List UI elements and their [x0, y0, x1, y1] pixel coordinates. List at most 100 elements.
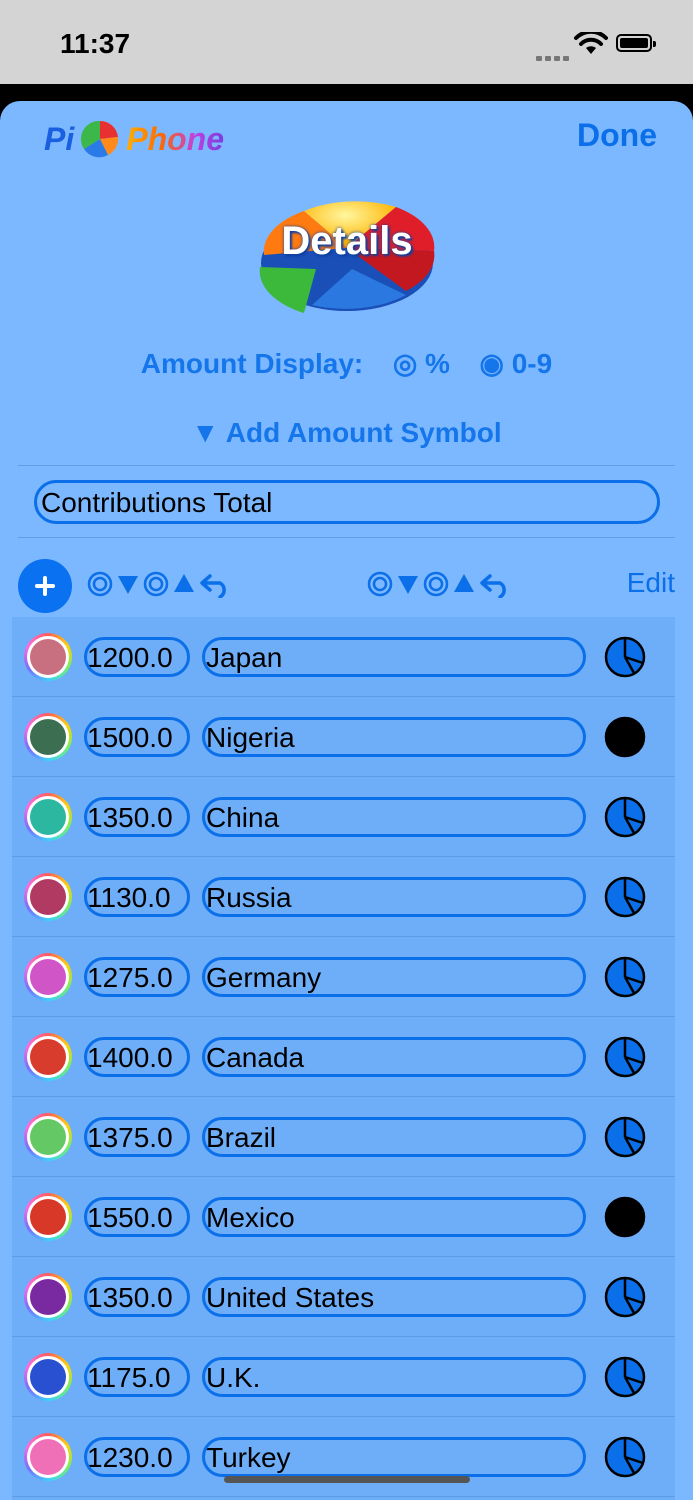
color-swatch	[30, 1279, 66, 1315]
app-logo: Pi Phone	[44, 117, 224, 161]
color-swatch	[30, 959, 66, 995]
status-bar: 11:37	[0, 0, 693, 84]
color-swatch	[30, 719, 66, 755]
color-picker-button[interactable]	[24, 1273, 72, 1321]
list-item: 1375.0 Brazil	[12, 1097, 675, 1177]
list-item: 1500.0 Nigeria	[12, 697, 675, 777]
color-picker-button[interactable]	[24, 1113, 72, 1161]
color-swatch	[30, 799, 66, 835]
slice-pie-icon[interactable]	[604, 876, 646, 918]
name-input[interactable]: Russia	[202, 877, 586, 917]
undo-icon[interactable]	[478, 570, 512, 598]
color-picker-button[interactable]	[24, 1353, 72, 1401]
name-input[interactable]: Mexico	[202, 1197, 586, 1237]
amount-input[interactable]: 1500.0	[84, 717, 190, 757]
slice-pie-icon[interactable]	[604, 1196, 646, 1238]
logo-phone-text: Phone	[126, 120, 225, 157]
add-row-button[interactable]	[18, 559, 72, 613]
add-amount-symbol-button[interactable]: ▼ Add Amount Symbol	[0, 417, 693, 449]
sort-ascending-icon[interactable]	[172, 572, 196, 596]
color-picker-button[interactable]	[24, 793, 72, 841]
chart-title-input[interactable]: Contributions Total	[34, 480, 660, 524]
radio-percent-label[interactable]: %	[425, 348, 450, 379]
name-input[interactable]: U.K.	[202, 1357, 586, 1397]
home-indicator	[224, 1476, 470, 1483]
sort-descending-icon[interactable]	[116, 572, 140, 596]
color-picker-button[interactable]	[24, 873, 72, 921]
amount-input[interactable]: 1200.0	[84, 637, 190, 677]
slice-pie-icon[interactable]	[604, 1436, 646, 1478]
sort-radio-icon[interactable]	[86, 570, 114, 598]
color-swatch	[30, 879, 66, 915]
color-swatch	[30, 1439, 66, 1475]
amount-input[interactable]: 1230.0	[84, 1437, 190, 1477]
name-input[interactable]: China	[202, 797, 586, 837]
name-input[interactable]: Brazil	[202, 1117, 586, 1157]
color-picker-button[interactable]	[24, 633, 72, 681]
name-input[interactable]: United States	[202, 1277, 586, 1317]
battery-icon	[616, 34, 656, 52]
done-button[interactable]: Done	[577, 117, 657, 154]
row-divider	[12, 1496, 675, 1497]
slice-pie-icon[interactable]	[604, 1036, 646, 1078]
wifi-icon	[574, 32, 608, 54]
amount-display-label: Amount Display:	[140, 348, 364, 379]
amount-display-control: Amount Display: ◎ % ◉ 0-9	[0, 347, 693, 380]
slice-pie-icon[interactable]	[604, 716, 646, 758]
status-time: 11:37	[60, 28, 131, 59]
color-swatch	[30, 1119, 66, 1155]
list-item: 1230.0 Turkey	[12, 1417, 675, 1497]
name-sort-controls	[366, 569, 512, 599]
name-input[interactable]: Nigeria	[202, 717, 586, 757]
details-title: Details	[281, 219, 413, 263]
slice-pie-icon[interactable]	[604, 1276, 646, 1318]
name-input[interactable]: Germany	[202, 957, 586, 997]
amount-input[interactable]: 1350.0	[84, 797, 190, 837]
color-swatch	[30, 639, 66, 675]
divider	[18, 465, 675, 466]
sort-radio-icon[interactable]	[142, 570, 170, 598]
slice-pie-icon[interactable]	[604, 956, 646, 998]
sort-radio-icon[interactable]	[366, 570, 394, 598]
radio-digits-label[interactable]: 0-9	[512, 348, 552, 379]
undo-icon[interactable]	[198, 570, 232, 598]
amount-input[interactable]: 1550.0	[84, 1197, 190, 1237]
name-input[interactable]: Turkey	[202, 1437, 586, 1477]
color-swatch	[30, 1039, 66, 1075]
list-item: 1275.0 Germany	[12, 937, 675, 1017]
amount-input[interactable]: 1275.0	[84, 957, 190, 997]
sort-ascending-icon[interactable]	[452, 572, 476, 596]
sort-descending-icon[interactable]	[396, 572, 420, 596]
amount-input[interactable]: 1175.0	[84, 1357, 190, 1397]
slice-pie-icon[interactable]	[604, 1116, 646, 1158]
amount-input[interactable]: 1350.0	[84, 1277, 190, 1317]
slice-pie-icon[interactable]	[604, 636, 646, 678]
list-item: 1550.0 Mexico	[12, 1177, 675, 1257]
list-item: 1350.0 United States	[12, 1257, 675, 1337]
details-sheet: Pi Phone Done Details Amount Display: ◎ …	[0, 101, 693, 1500]
color-picker-button[interactable]	[24, 713, 72, 761]
amount-input[interactable]: 1375.0	[84, 1117, 190, 1157]
list-item: 1200.0 Japan	[12, 617, 675, 697]
edit-button[interactable]: Edit	[627, 567, 675, 599]
color-picker-button[interactable]	[24, 1033, 72, 1081]
amount-input[interactable]: 1130.0	[84, 877, 190, 917]
name-input[interactable]: Canada	[202, 1037, 586, 1077]
color-swatch	[30, 1199, 66, 1235]
color-picker-button[interactable]	[24, 1193, 72, 1241]
list-item: 1175.0 U.K.	[12, 1337, 675, 1417]
slice-pie-icon[interactable]	[604, 1356, 646, 1398]
slice-pie-icon[interactable]	[604, 796, 646, 838]
amount-input[interactable]: 1400.0	[84, 1037, 190, 1077]
name-input[interactable]: Japan	[202, 637, 586, 677]
color-swatch	[30, 1359, 66, 1395]
color-picker-button[interactable]	[24, 953, 72, 1001]
radio-percent-icon[interactable]: ◎	[393, 348, 417, 379]
amount-sort-controls	[86, 569, 232, 599]
list-item: 1350.0 China	[12, 777, 675, 857]
sort-radio-icon[interactable]	[422, 570, 450, 598]
pie-logo-icon	[81, 120, 119, 158]
logo-pi-text: Pi	[44, 120, 75, 157]
color-picker-button[interactable]	[24, 1433, 72, 1481]
radio-digits-selected-icon[interactable]: ◉	[480, 348, 504, 379]
